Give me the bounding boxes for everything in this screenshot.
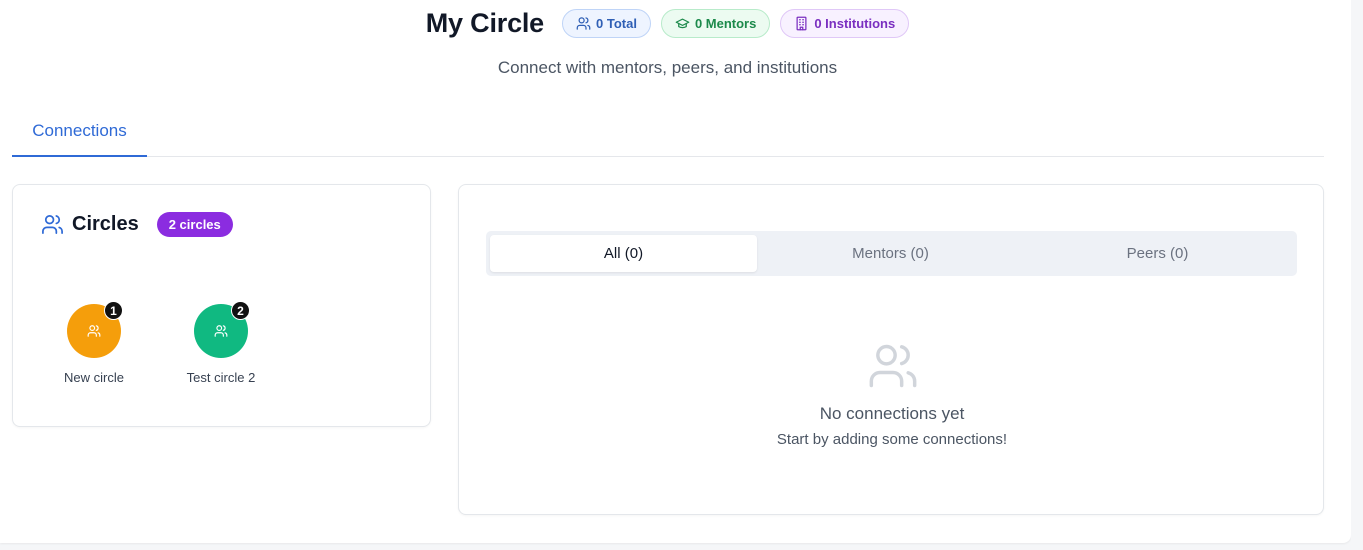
circle-name: Test circle 2 xyxy=(186,370,256,385)
users-icon xyxy=(869,344,917,388)
circle-avatar[interactable]: 2 xyxy=(194,301,250,358)
filter-mentors[interactable]: Mentors (0) xyxy=(757,235,1024,272)
mentors-badge: 0 Mentors xyxy=(660,9,771,38)
page-title: My Circle xyxy=(425,8,544,38)
page-container: My Circle 0 Total 0 Mentors 0 Institutio… xyxy=(0,0,1351,543)
graduation-cap-icon xyxy=(675,18,690,29)
page-header: My Circle 0 Total 0 Mentors 0 Institutio… xyxy=(0,8,1335,39)
circle-item[interactable]: 1 New circle xyxy=(39,301,149,385)
circles-card: Circles 2 circles 1 New circle 2 Test ci… xyxy=(12,184,431,427)
circle-item[interactable]: 2 Test circle 2 xyxy=(166,301,276,385)
circles-count-badge: 2 circles xyxy=(156,212,233,237)
circle-avatar[interactable]: 1 xyxy=(67,301,123,358)
mentors-badge-label: 0 Mentors xyxy=(694,16,757,31)
users-icon xyxy=(576,17,591,30)
users-icon xyxy=(42,215,63,234)
circles-title: Circles xyxy=(72,213,139,235)
empty-state-title: No connections yet xyxy=(819,404,965,423)
total-badge-label: 0 Total xyxy=(596,16,637,31)
circle-member-count: 1 xyxy=(104,301,123,320)
tab-bar: Connections xyxy=(12,106,1324,157)
users-icon xyxy=(214,325,228,337)
circle-name: New circle xyxy=(64,370,124,385)
total-badge: 0 Total xyxy=(562,9,651,38)
filter-all[interactable]: All (0) xyxy=(490,235,757,272)
institutions-badge: 0 Institutions xyxy=(780,9,910,38)
connection-filter-tabs: All (0) Mentors (0) Peers (0) xyxy=(486,231,1297,276)
empty-state-subtitle: Start by adding some connections! xyxy=(776,431,1008,448)
users-icon xyxy=(87,325,101,337)
circle-member-count: 2 xyxy=(231,301,250,320)
page-subtitle: Connect with mentors, peers, and institu… xyxy=(497,58,838,77)
institutions-badge-label: 0 Institutions xyxy=(814,16,896,31)
building-icon xyxy=(796,16,807,31)
circles-header: Circles 2 circles xyxy=(41,212,233,237)
tab-connections[interactable]: Connections xyxy=(12,106,147,157)
connections-card: All (0) Mentors (0) Peers (0) No connect… xyxy=(458,184,1324,515)
scrollbar-track[interactable] xyxy=(1351,0,1363,550)
filter-peers[interactable]: Peers (0) xyxy=(1024,235,1291,272)
